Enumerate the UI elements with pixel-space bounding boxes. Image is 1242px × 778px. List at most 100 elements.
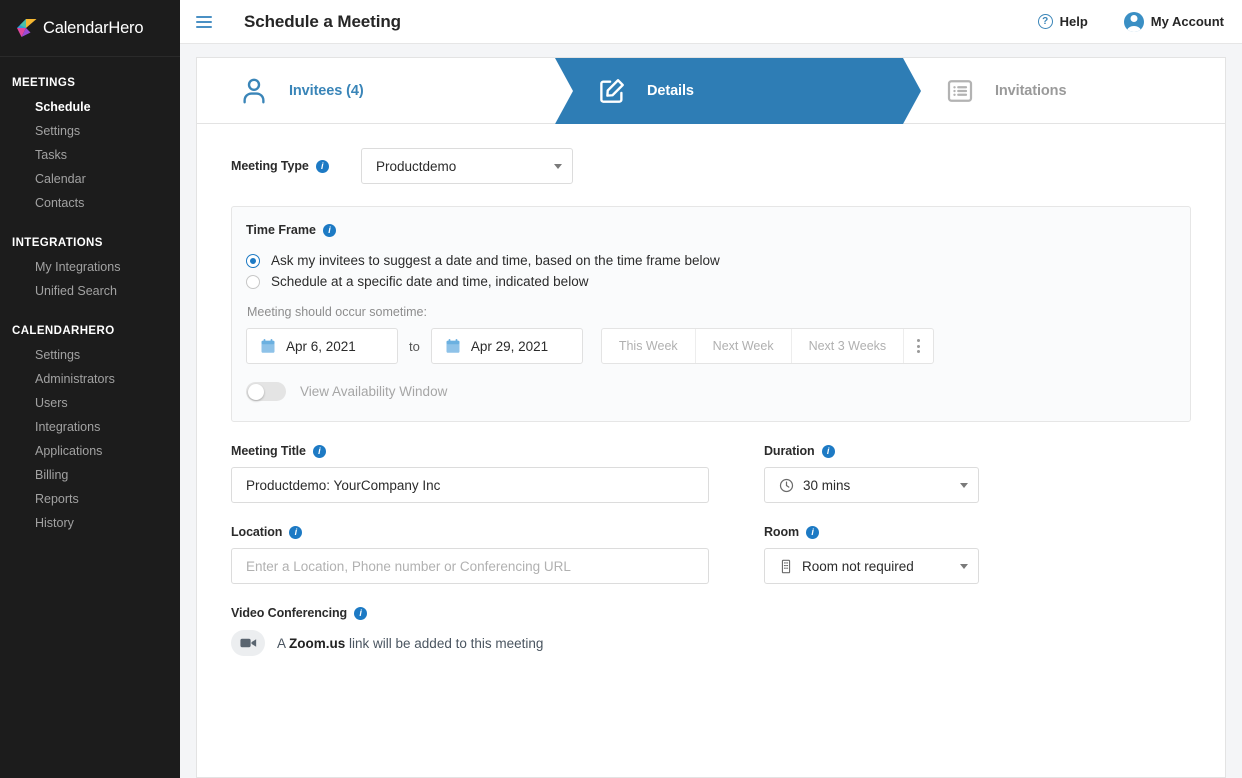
quick-range-next-week[interactable]: Next Week — [696, 329, 792, 363]
details-form: Meeting Type i Productdemo Time Frame i — [197, 124, 1225, 777]
tab-invitations-label: Invitations — [995, 83, 1066, 99]
tab-details[interactable]: Details — [555, 58, 903, 124]
duration-value: 30 mins — [803, 478, 850, 493]
timeframe-option-suggest-label: Ask my invitees to suggest a date and ti… — [271, 253, 720, 268]
start-date-value: Apr 6, 2021 — [286, 339, 356, 354]
timeframe-option-specific[interactable]: Schedule at a specific date and time, in… — [246, 274, 1174, 289]
info-icon[interactable]: i — [822, 445, 835, 458]
sidebar-item-applications[interactable]: Applications — [0, 439, 180, 463]
sidebar-item-reports[interactable]: Reports — [0, 487, 180, 511]
brand-name: CalendarHero — [43, 19, 143, 38]
info-icon[interactable]: i — [323, 224, 336, 237]
list-icon — [945, 76, 975, 106]
tab-invitees[interactable]: Invitees (4) — [197, 58, 555, 124]
info-icon[interactable]: i — [354, 607, 367, 620]
location-input[interactable]: Enter a Location, Phone number or Confer… — [231, 548, 709, 584]
sidebar-item-unified-search[interactable]: Unified Search — [0, 279, 180, 303]
availability-toggle[interactable] — [246, 382, 286, 401]
video-camera-icon — [231, 630, 265, 656]
info-icon[interactable]: i — [313, 445, 326, 458]
sidebar-item-contacts[interactable]: Contacts — [0, 191, 180, 215]
user-avatar-icon — [1124, 12, 1144, 32]
video-conferencing-text: A Zoom.us link will be added to this mee… — [277, 636, 543, 651]
start-date-picker[interactable]: Apr 6, 2021 — [246, 328, 398, 364]
sidebar-item-org-integrations[interactable]: Integrations — [0, 415, 180, 439]
calendar-icon — [261, 339, 275, 354]
sidebar: CalendarHero MEETINGS Schedule Settings … — [0, 0, 180, 778]
quick-range-this-week[interactable]: This Week — [602, 329, 696, 363]
sidebar-item-history[interactable]: History — [0, 511, 180, 535]
meeting-type-select[interactable]: Productdemo — [361, 148, 573, 184]
info-icon[interactable]: i — [806, 526, 819, 539]
sidebar-item-org-settings[interactable]: Settings — [0, 343, 180, 367]
video-conferencing-section: Video Conferencing i A Zoom.us link will… — [231, 606, 1191, 656]
location-label-wrap: Location i — [231, 525, 709, 539]
video-conferencing-row[interactable]: A Zoom.us link will be added to this mee… — [231, 630, 1191, 656]
sidebar-nav: MEETINGS Schedule Settings Tasks Calenda… — [0, 57, 180, 535]
room-field: Room i Room not required — [764, 525, 979, 584]
end-date-value: Apr 29, 2021 — [471, 339, 548, 354]
chevron-down-icon — [960, 483, 968, 488]
nav-group-integrations: INTEGRATIONS My Integrations Unified Sea… — [0, 237, 180, 303]
timeframe-option-specific-label: Schedule at a specific date and time, in… — [271, 274, 588, 289]
sidebar-item-users[interactable]: Users — [0, 391, 180, 415]
wizard-tabs: Invitees (4) Details — [197, 58, 1225, 124]
quick-range-more-button[interactable] — [904, 329, 933, 363]
clock-icon — [779, 478, 794, 493]
time-frame-panel: Time Frame i Ask my invitees to suggest … — [231, 206, 1191, 422]
video-conferencing-label-wrap: Video Conferencing i — [231, 606, 1191, 620]
tab-details-label: Details — [647, 83, 694, 99]
availability-toggle-row[interactable]: View Availability Window — [246, 382, 1174, 401]
sidebar-item-settings[interactable]: Settings — [0, 119, 180, 143]
info-icon[interactable]: i — [316, 160, 329, 173]
sidebar-item-calendar[interactable]: Calendar — [0, 167, 180, 191]
my-account-label: My Account — [1151, 14, 1224, 29]
sidebar-item-my-integrations[interactable]: My Integrations — [0, 255, 180, 279]
video-conferencing-label: Video Conferencing — [231, 606, 347, 620]
vc-suffix: link will be added to this meeting — [345, 636, 543, 651]
building-icon — [779, 559, 793, 574]
availability-toggle-label: View Availability Window — [300, 384, 447, 399]
topbar-right: ? Help My Account — [1038, 12, 1224, 32]
help-button[interactable]: ? Help — [1038, 14, 1088, 29]
vc-provider[interactable]: Zoom.us — [289, 636, 345, 651]
room-select[interactable]: Room not required — [764, 548, 979, 584]
my-account-button[interactable]: My Account — [1124, 12, 1224, 32]
topbar: Schedule a Meeting ? Help My Account — [180, 0, 1242, 44]
duration-label-wrap: Duration i — [764, 444, 979, 458]
duration-select[interactable]: 30 mins — [764, 467, 979, 503]
nav-group-title-calendarhero: CALENDARHERO — [0, 325, 180, 343]
meeting-type-row: Meeting Type i Productdemo — [231, 148, 1191, 184]
room-label-wrap: Room i — [764, 525, 979, 539]
time-frame-label: Time Frame — [246, 223, 316, 237]
chevron-down-icon — [554, 164, 562, 169]
sidebar-item-administrators[interactable]: Administrators — [0, 367, 180, 391]
room-value: Room not required — [802, 559, 914, 574]
sidebar-item-billing[interactable]: Billing — [0, 463, 180, 487]
question-mark-icon: ? — [1038, 14, 1053, 29]
meeting-type-label: Meeting Type — [231, 159, 309, 173]
vc-prefix: A — [277, 636, 289, 651]
meeting-title-field: Meeting Title i Productdemo: YourCompany… — [231, 444, 709, 503]
content-wrap: Invitees (4) Details — [180, 44, 1242, 778]
radio-selected-icon — [246, 254, 260, 268]
brand[interactable]: CalendarHero — [0, 0, 180, 57]
nav-group-title-meetings: MEETINGS — [0, 77, 180, 95]
radio-unselected-icon — [246, 275, 260, 289]
meeting-type-value: Productdemo — [376, 159, 456, 174]
title-duration-row: Meeting Title i Productdemo: YourCompany… — [231, 444, 1191, 503]
timeframe-option-suggest[interactable]: Ask my invitees to suggest a date and ti… — [246, 253, 1174, 268]
to-word: to — [409, 339, 420, 354]
quick-range-next-3-weeks[interactable]: Next 3 Weeks — [792, 329, 905, 363]
hamburger-icon[interactable] — [196, 16, 212, 28]
nav-group-calendarhero: CALENDARHERO Settings Administrators Use… — [0, 325, 180, 535]
tab-invitations[interactable]: Invitations — [903, 58, 1225, 124]
sidebar-item-tasks[interactable]: Tasks — [0, 143, 180, 167]
sidebar-item-schedule[interactable]: Schedule — [0, 95, 180, 119]
quick-range-group: This Week Next Week Next 3 Weeks — [601, 328, 934, 364]
duration-field: Duration i 30 mins — [764, 444, 979, 503]
tab-notch-left — [555, 58, 573, 124]
info-icon[interactable]: i — [289, 526, 302, 539]
meeting-title-input[interactable]: Productdemo: YourCompany Inc — [231, 467, 709, 503]
end-date-picker[interactable]: Apr 29, 2021 — [431, 328, 583, 364]
